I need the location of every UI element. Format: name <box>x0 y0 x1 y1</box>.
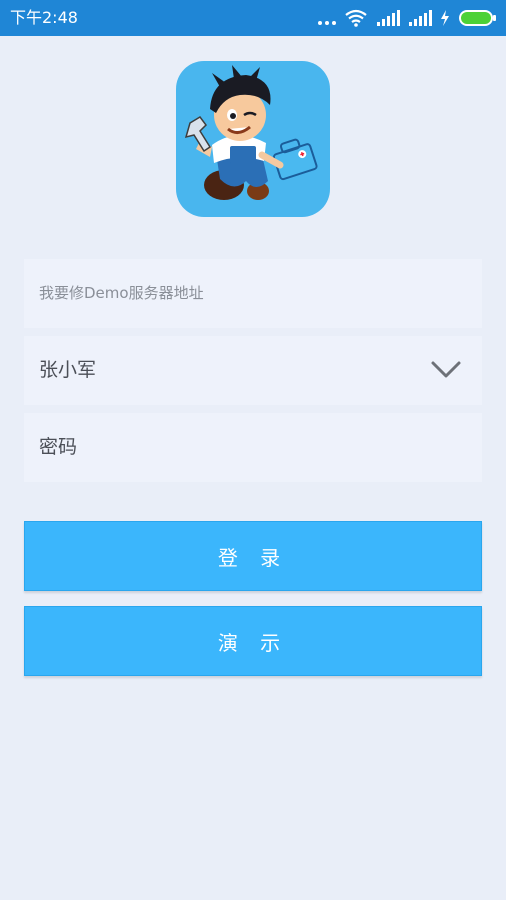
login-button[interactable]: 登 录 <box>24 521 482 591</box>
signal-icon <box>377 10 400 26</box>
chevron-down-icon[interactable] <box>430 358 462 382</box>
more-dots-icon <box>318 11 336 25</box>
status-bar: 下午2:48 <box>0 0 506 36</box>
server-address-placeholder: 我要修Demo服务器地址 <box>39 284 204 302</box>
status-icons <box>318 8 498 28</box>
demo-button[interactable]: 演 示 <box>24 606 482 676</box>
server-address-input[interactable]: 我要修Demo服务器地址 <box>24 259 482 328</box>
wifi-icon <box>345 9 367 27</box>
battery-icon <box>459 10 496 26</box>
app-logo-icon <box>176 61 330 217</box>
password-input[interactable]: 密码 <box>24 413 482 482</box>
username-select[interactable]: 张小军 <box>24 336 482 405</box>
charging-icon <box>441 10 449 26</box>
status-time: 下午2:48 <box>10 8 78 27</box>
signal-icon-2 <box>409 10 432 26</box>
password-placeholder: 密码 <box>39 436 78 458</box>
username-value: 张小军 <box>39 359 97 381</box>
